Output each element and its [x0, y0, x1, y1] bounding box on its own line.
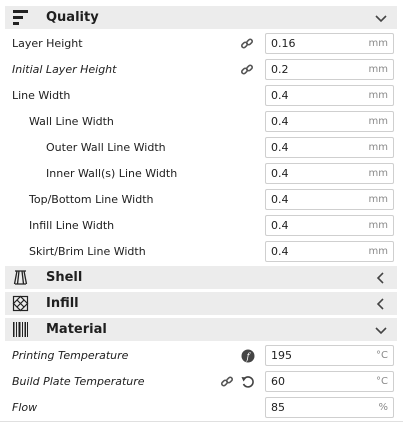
setting-label: Line Width [12, 89, 71, 102]
material-icon [13, 322, 28, 337]
setting-label: Printing Temperature [12, 349, 129, 362]
field-unit: °C [376, 376, 388, 387]
line-width-input[interactable]: 0.4 mm [265, 85, 394, 106]
setting-row: Layer Height 0.16 mm [0, 31, 403, 57]
field-unit: mm [368, 142, 388, 153]
chevron-down-icon[interactable] [375, 12, 387, 24]
category-infill[interactable]: Infill [5, 292, 397, 315]
field-unit: mm [368, 90, 388, 101]
link-icon[interactable] [220, 375, 234, 389]
setting-row: Skirt/Brim Line Width 0.4 mm [0, 239, 403, 265]
inner-wall-line-width-input[interactable]: 0.4 mm [265, 163, 394, 184]
setting-label: Build Plate Temperature [12, 375, 145, 388]
field-value[interactable]: 0.4 [271, 86, 289, 106]
field-value[interactable]: 0.4 [271, 164, 289, 184]
setting-row: Inner Wall(s) Line Width 0.4 mm [0, 161, 403, 187]
category-label: Quality [46, 10, 99, 25]
field-value[interactable]: 0.2 [271, 60, 289, 80]
setting-label: Initial Layer Height [12, 63, 117, 76]
setting-label: Inner Wall(s) Line Width [46, 167, 178, 180]
shell-icon [13, 270, 28, 285]
field-unit: mm [368, 116, 388, 127]
category-shell[interactable]: Shell [5, 266, 397, 289]
setting-row: Wall Line Width 0.4 mm [0, 109, 403, 135]
field-unit: °C [376, 350, 388, 361]
category-quality[interactable]: Quality [5, 6, 397, 29]
chevron-left-icon[interactable] [375, 272, 387, 284]
setting-row: Build Plate Temperature 60 °C [0, 369, 403, 395]
infill-icon [12, 295, 29, 312]
quality-bars-icon [13, 10, 28, 25]
function-icon[interactable]: f [241, 349, 255, 363]
skirt-brim-line-width-input[interactable]: 0.4 mm [265, 241, 394, 262]
field-unit: mm [368, 64, 388, 75]
field-value[interactable]: 0.4 [271, 112, 289, 132]
field-unit: % [378, 402, 388, 413]
build-plate-temperature-input[interactable]: 60 °C [265, 371, 394, 392]
setting-label: Top/Bottom Line Width [29, 193, 154, 206]
setting-label: Wall Line Width [29, 115, 114, 128]
reset-icon[interactable] [241, 375, 255, 389]
setting-label: Infill Line Width [29, 219, 115, 232]
category-label: Material [46, 322, 107, 337]
layer-height-input[interactable]: 0.16 mm [265, 33, 394, 54]
field-value[interactable]: 195 [271, 346, 292, 366]
setting-row: Line Width 0.4 mm [0, 83, 403, 109]
setting-row: Infill Line Width 0.4 mm [0, 213, 403, 239]
flow-input[interactable]: 85 % [265, 397, 394, 418]
field-unit: mm [368, 220, 388, 231]
field-unit: mm [368, 246, 388, 257]
infill-line-width-input[interactable]: 0.4 mm [265, 215, 394, 236]
setting-label: Layer Height [12, 37, 83, 50]
field-unit: mm [368, 194, 388, 205]
setting-row: Flow 85 % [0, 395, 403, 421]
field-value[interactable]: 0.4 [271, 190, 289, 210]
printing-temperature-input[interactable]: 195 °C [265, 345, 394, 366]
field-value[interactable]: 0.4 [271, 242, 289, 262]
category-label: Shell [46, 270, 83, 285]
field-unit: mm [368, 168, 388, 179]
field-value[interactable]: 0.16 [271, 34, 296, 54]
print-settings-panel: Quality Layer Height 0.16 mm Initial Lay… [0, 0, 403, 424]
category-material[interactable]: Material [5, 318, 397, 341]
chevron-down-icon[interactable] [375, 324, 387, 336]
outer-wall-line-width-input[interactable]: 0.4 mm [265, 137, 394, 158]
chevron-left-icon[interactable] [375, 298, 387, 310]
field-unit: mm [368, 38, 388, 49]
setting-row: Top/Bottom Line Width 0.4 mm [0, 187, 403, 213]
field-value[interactable]: 0.4 [271, 138, 289, 158]
wall-line-width-input[interactable]: 0.4 mm [265, 111, 394, 132]
setting-row: Printing Temperature f 195 °C [0, 343, 403, 369]
initial-layer-height-input[interactable]: 0.2 mm [265, 59, 394, 80]
setting-row: Initial Layer Height 0.2 mm [0, 57, 403, 83]
category-label: Infill [46, 296, 79, 311]
setting-row: Outer Wall Line Width 0.4 mm [0, 135, 403, 161]
link-icon[interactable] [240, 37, 254, 51]
divider [0, 421, 403, 422]
setting-label: Outer Wall Line Width [46, 141, 166, 154]
field-value[interactable]: 85 [271, 398, 285, 418]
link-icon[interactable] [240, 63, 254, 77]
setting-label: Flow [12, 401, 38, 414]
field-value[interactable]: 0.4 [271, 216, 289, 236]
top-bottom-line-width-input[interactable]: 0.4 mm [265, 189, 394, 210]
setting-label: Skirt/Brim Line Width [29, 245, 146, 258]
field-value[interactable]: 60 [271, 372, 285, 392]
